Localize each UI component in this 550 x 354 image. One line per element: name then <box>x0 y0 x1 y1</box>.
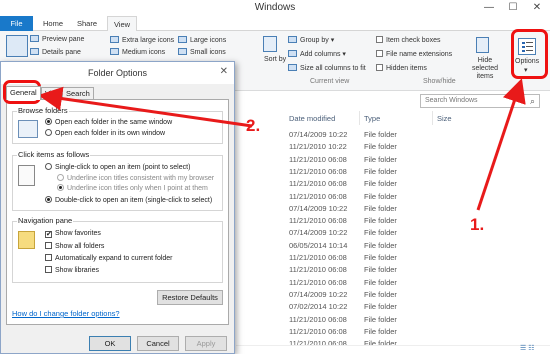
arrow-to-general-tab <box>38 86 253 128</box>
step-2-label: 2. <box>246 116 261 135</box>
annotation-arrows <box>38 78 526 211</box>
tab-general[interactable]: General <box>6 86 41 100</box>
step-1-label: 1. <box>470 215 485 234</box>
arrow-to-options <box>476 78 526 211</box>
